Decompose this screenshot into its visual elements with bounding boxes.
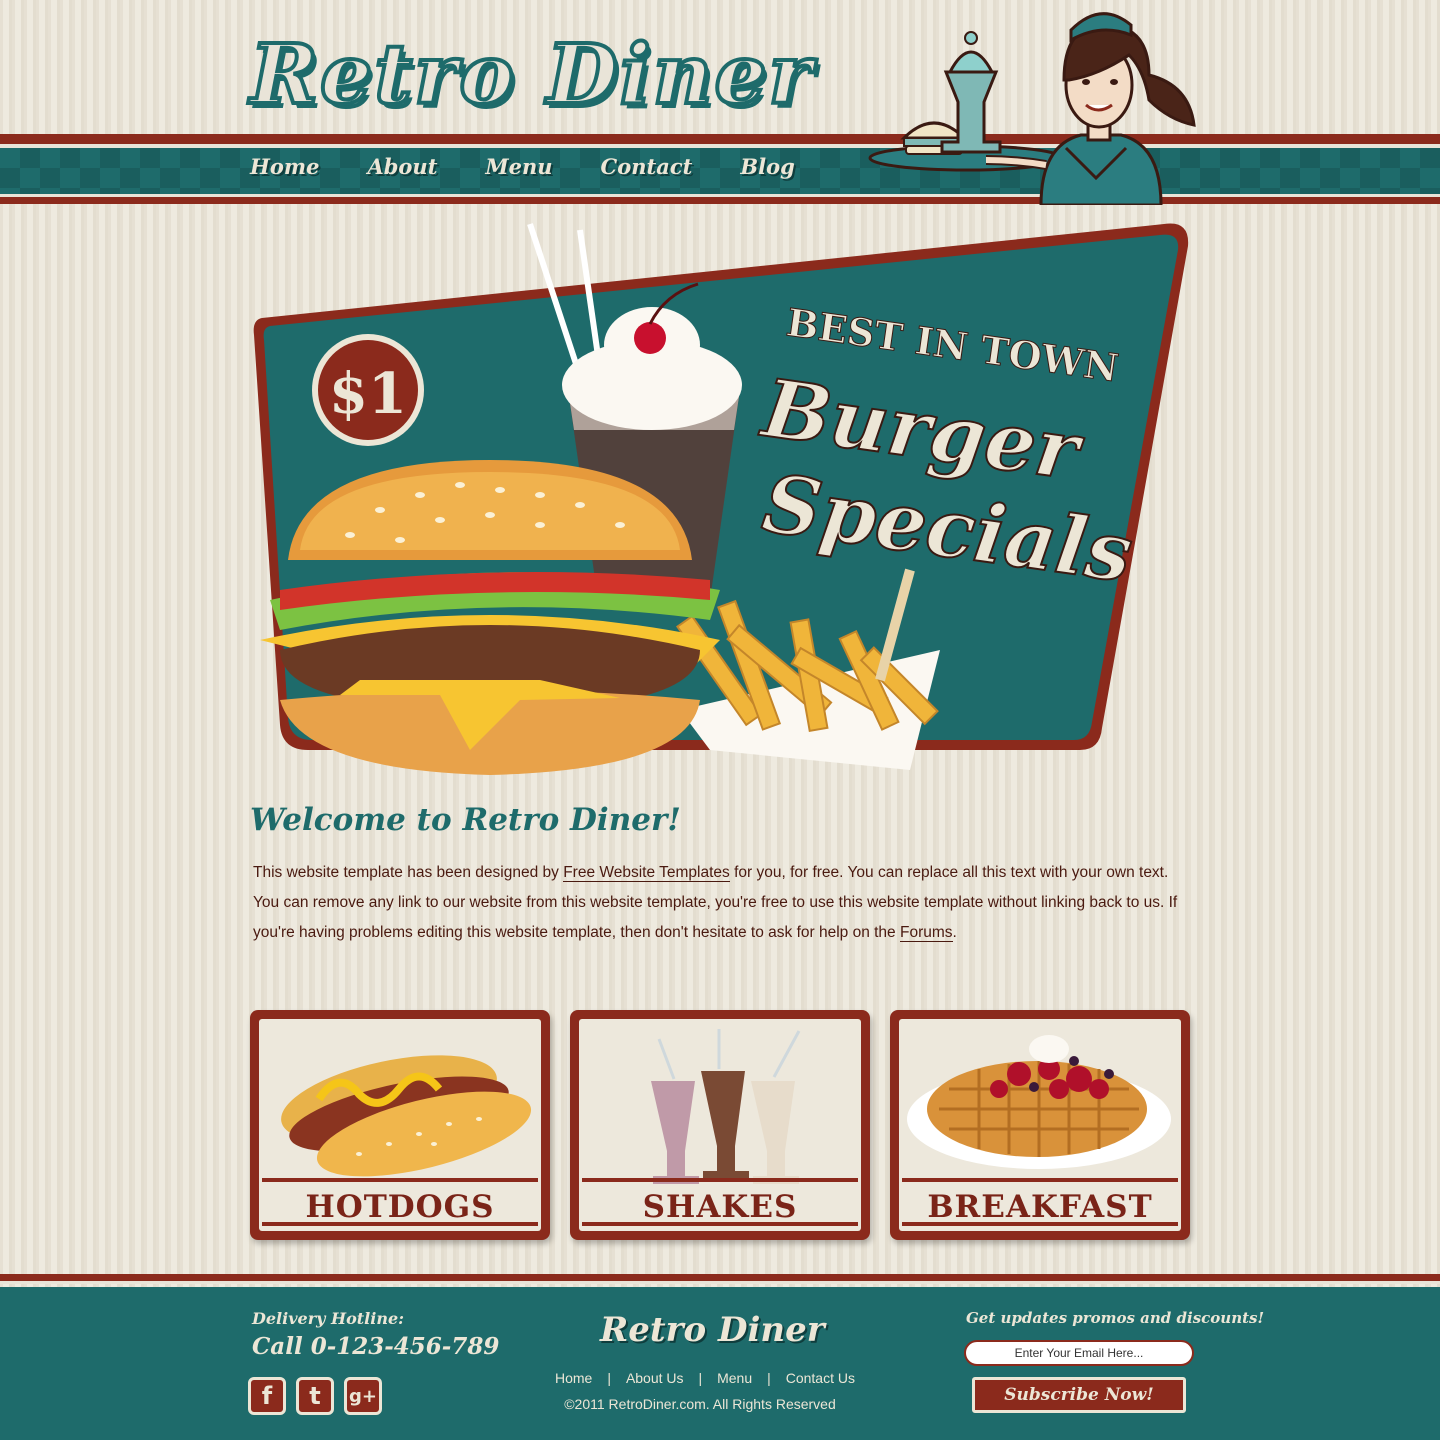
welcome-title: Welcome to Retro Diner! (250, 802, 681, 838)
footer-link-separator: | (767, 1370, 771, 1386)
google-plus-icon[interactable]: g+ (344, 1377, 382, 1415)
footer-link-separator: | (607, 1370, 611, 1386)
footer-logo[interactable]: Retro Diner (600, 1310, 825, 1350)
copyright: ©2011 RetroDiner.com. All Rights Reserve… (564, 1396, 836, 1412)
footer-links: Home | About Us | Menu | Contact Us (555, 1370, 855, 1386)
price-badge: $1 (329, 361, 407, 427)
site-logo[interactable]: Retro Diner (248, 32, 814, 118)
facebook-icon[interactable]: f (248, 1377, 286, 1415)
card-divider-bottom (582, 1222, 858, 1226)
nav-menu[interactable]: Menu (485, 154, 552, 179)
welcome-text-part-3: . (952, 924, 957, 941)
card-divider-bottom (262, 1222, 538, 1226)
card-breakfast-inner: BREAKFAST (899, 1019, 1181, 1231)
nav-contact[interactable]: Contact (601, 154, 693, 179)
card-divider-top (262, 1178, 538, 1182)
welcome-text-part-1: This website template has been designed … (253, 864, 564, 881)
footer-link-about-us[interactable]: About Us (626, 1370, 684, 1386)
card-breakfast-label: BREAKFAST (927, 1189, 1153, 1225)
subscribe-button[interactable]: Subscribe Now! (972, 1377, 1186, 1413)
footer-stripe (0, 1274, 1440, 1284)
nav-about[interactable]: About (367, 154, 437, 179)
delivery-hotline-label: Delivery Hotline: (252, 1309, 405, 1328)
nav-home[interactable]: Home (250, 154, 319, 179)
delivery-hotline-number[interactable]: Call 0-123-456-789 (252, 1333, 499, 1360)
hero-banner[interactable]: $1 BEST IN TOWN Burger Specials (240, 210, 1200, 790)
card-hotdogs-label: HOTDOGS (305, 1189, 495, 1225)
nav-blog[interactable]: Blog (740, 154, 794, 179)
nav-top-stripe (0, 134, 1440, 148)
card-divider-top (582, 1178, 858, 1182)
footer-link-separator: | (698, 1370, 703, 1386)
card-shakes-label: SHAKES (642, 1189, 798, 1225)
twitter-icon[interactable]: t (296, 1377, 334, 1415)
main-nav: Home About Menu Contact Blog (250, 154, 795, 179)
footer-link-menu[interactable]: Menu (717, 1370, 752, 1386)
card-shakes[interactable]: SHAKES (570, 1010, 870, 1240)
nav-bottom-stripe (0, 194, 1440, 204)
footer-link-contact-us[interactable]: Contact Us (786, 1370, 855, 1386)
email-input[interactable] (964, 1340, 1194, 1366)
card-divider-bottom (902, 1222, 1178, 1226)
site-header: Retro Diner Home About Menu Contact Blog (0, 0, 1440, 210)
card-breakfast[interactable]: BREAKFAST (890, 1010, 1190, 1240)
card-shakes-inner: SHAKES (579, 1019, 861, 1231)
waitress-illustration (868, 12, 1196, 205)
footer-link-home[interactable]: Home (555, 1370, 592, 1386)
free-website-templates-link[interactable]: Free Website Templates (563, 864, 730, 882)
forums-link[interactable]: Forums (899, 924, 953, 942)
card-hotdogs[interactable]: HOTDOGS (250, 1010, 550, 1240)
card-divider-top (902, 1178, 1178, 1182)
newsletter-label: Get updates promos and discounts! (966, 1309, 1265, 1327)
welcome-text: This website template has been designed … (253, 858, 1188, 948)
card-hotdogs-inner: HOTDOGS (259, 1019, 541, 1231)
